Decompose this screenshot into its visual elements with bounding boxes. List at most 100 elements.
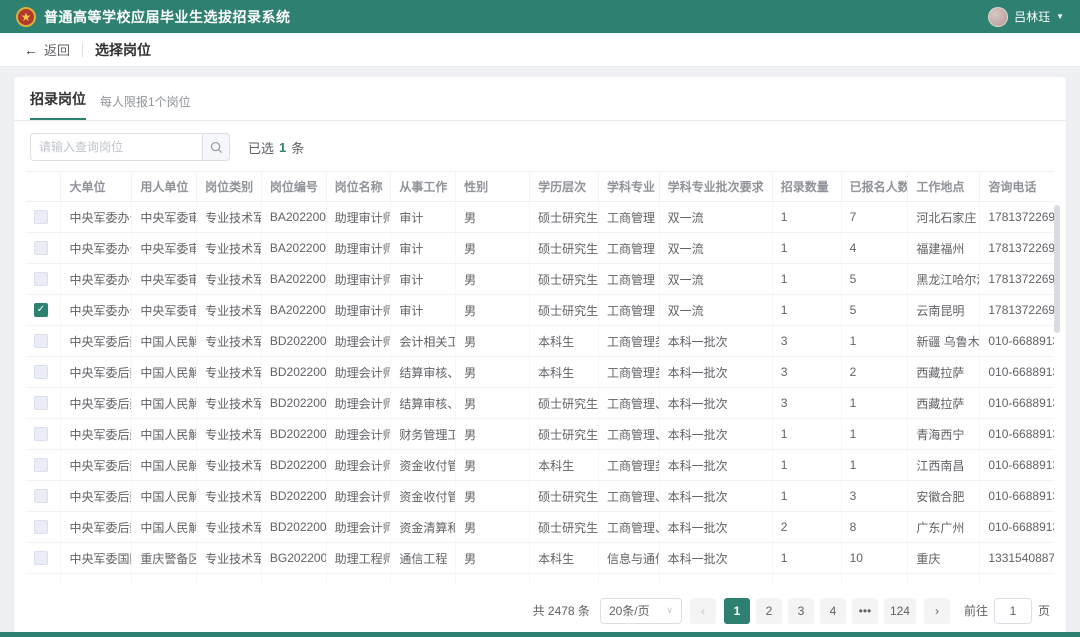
table-cell: 硕士研究生 — [530, 233, 599, 264]
table-cell: 中央军委审计... — [132, 202, 197, 233]
app-title: 普通高等学校应届毕业生选拔招录系统 — [44, 7, 291, 27]
table-cell: 河北石家庄 — [908, 202, 980, 233]
table-cell: 审计 — [391, 295, 456, 326]
row-checkbox[interactable] — [34, 427, 48, 441]
table-cell: 专业技术军官 — [197, 543, 262, 574]
row-checkbox[interactable] — [34, 396, 48, 410]
page-size-select[interactable]: 20条/页 ∨ — [600, 598, 682, 624]
row-checkbox[interactable] — [34, 489, 48, 503]
search-input[interactable] — [30, 133, 202, 161]
table-cell: 010-66889130 ... — [980, 357, 1054, 388]
vertical-scrollbar[interactable] — [1054, 205, 1060, 333]
column-header: 已报名人数 — [841, 172, 908, 202]
table-cell: 本科一批次 — [659, 481, 772, 512]
table-cell: 硕士研究生 — [530, 419, 599, 450]
table-cell: 中央军委办公厅 — [61, 295, 132, 326]
table-cell: 工商管理类、... — [599, 326, 660, 357]
table-cell: 1 — [772, 233, 841, 264]
row-checkbox-checked[interactable]: ✓ — [34, 303, 48, 317]
table-cell: 硕士研究生 — [530, 512, 599, 543]
table-cell: 云南昆明 — [908, 295, 980, 326]
table-cell: 工商管理、应... — [599, 512, 660, 543]
table-cell: 青海西宁 — [908, 419, 980, 450]
column-header: 招录数量 — [772, 172, 841, 202]
column-header: 岗位名称 — [326, 172, 391, 202]
row-checkbox[interactable] — [34, 241, 48, 255]
table-row: 中央军委国防动...重庆警备区某室专业技术军官BG20220003助理工程师通信… — [26, 543, 1054, 574]
column-header: 岗位类别 — [197, 172, 262, 202]
table-cell: 助理会计师 — [326, 450, 391, 481]
column-header: 咨询电话 — [980, 172, 1054, 202]
table-cell: 17813722690 — [980, 295, 1054, 326]
table-cell: BD20220001 — [261, 481, 326, 512]
goto-prefix: 前往 — [964, 602, 988, 619]
table-cell: 5 — [841, 295, 908, 326]
table-cell: 本科一批次 — [659, 543, 772, 574]
page-button-4[interactable]: 4 — [820, 598, 846, 624]
column-header: 工作地点 — [908, 172, 980, 202]
table-cell: 助理审计师 — [326, 264, 391, 295]
table-cell: 010-66889130 ... — [980, 419, 1054, 450]
table-cell: 工商管理、应... — [599, 419, 660, 450]
row-checkbox[interactable] — [34, 520, 48, 534]
goto-page-input[interactable] — [994, 598, 1032, 624]
page-button-1[interactable]: 1 — [724, 598, 750, 624]
table-cell: 10 — [841, 543, 908, 574]
tab-recruit-posts[interactable]: 招录岗位 — [30, 89, 86, 120]
table-cell: 中央军委后勤保... — [61, 388, 132, 419]
page-button-124[interactable]: 124 — [884, 598, 916, 624]
table-cell: 硕士研究生 — [530, 202, 599, 233]
search-button[interactable] — [202, 133, 230, 161]
page-button-3[interactable]: 3 — [788, 598, 814, 624]
next-page-button[interactable]: › — [924, 598, 950, 624]
table-cell: 男 — [456, 326, 530, 357]
table-cell: 17813722690 — [980, 264, 1054, 295]
table-cell: 男 — [456, 481, 530, 512]
table-cell: BD20220007 — [261, 357, 326, 388]
table-cell: 1 — [772, 450, 841, 481]
table-cell: 审计 — [391, 264, 456, 295]
table-cell: 工商管理（审... — [599, 233, 660, 264]
table-cell: 4 — [841, 233, 908, 264]
table-cell — [132, 574, 197, 586]
row-checkbox[interactable] — [34, 551, 48, 565]
table-cell: 中国人民解放... — [132, 481, 197, 512]
table-cell: 男 — [456, 388, 530, 419]
row-checkbox[interactable] — [34, 334, 48, 348]
back-button[interactable]: ← 返回 — [24, 40, 70, 59]
row-checkbox[interactable] — [34, 272, 48, 286]
table-cell: 中央军委后勤保... — [61, 512, 132, 543]
table-cell: BD20220002 — [261, 450, 326, 481]
brand: ★ 普通高等学校应届毕业生选拔招录系统 — [16, 7, 291, 27]
table-cell: 1 — [772, 419, 841, 450]
table-row: 中央军委后勤保...中国人民解放...专业技术军官BD20220006助理会计师… — [26, 326, 1054, 357]
table-cell: 工商管理、应... — [599, 388, 660, 419]
table-cell: 江西南昌 — [908, 450, 980, 481]
table-cell: 中央军委审计... — [132, 295, 197, 326]
user-menu[interactable]: 吕林珏 ▼ — [988, 7, 1064, 27]
page-more-button[interactable]: ••• — [852, 598, 878, 624]
table-cell: 中国人民解放... — [132, 419, 197, 450]
page-button-2[interactable]: 2 — [756, 598, 782, 624]
table-cell: 010-66889130 ... — [980, 450, 1054, 481]
table-cell: 中央军委后勤保... — [61, 326, 132, 357]
row-checkbox[interactable] — [34, 365, 48, 379]
row-checkbox[interactable] — [34, 458, 48, 472]
user-name: 吕林珏 — [1014, 8, 1050, 25]
table-cell: 1 — [841, 326, 908, 357]
table-cell: 1 — [841, 388, 908, 419]
table-cell: 2 — [772, 512, 841, 543]
table-row: 中央军委办公厅中央军委审计...专业技术军官BA20220004助理审计师审计男… — [26, 202, 1054, 233]
table-cell: 男 — [456, 543, 530, 574]
table-cell: BA20220003 — [261, 264, 326, 295]
prev-page-button[interactable]: ‹ — [690, 598, 716, 624]
table-cell: 1 — [772, 481, 841, 512]
table-row: 中央军委后勤保...中国人民解放...专业技术军官BD20220001助理会计师… — [26, 481, 1054, 512]
row-checkbox[interactable] — [34, 210, 48, 224]
table-cell: BD20220006 — [261, 326, 326, 357]
table-cell: 工商管理、应... — [599, 481, 660, 512]
table-cell: 中央军委办公厅 — [61, 202, 132, 233]
table-cell: 专业技术军官 — [197, 357, 262, 388]
column-header: 学科专业批次要求 — [659, 172, 772, 202]
table-cell: 1 — [841, 450, 908, 481]
